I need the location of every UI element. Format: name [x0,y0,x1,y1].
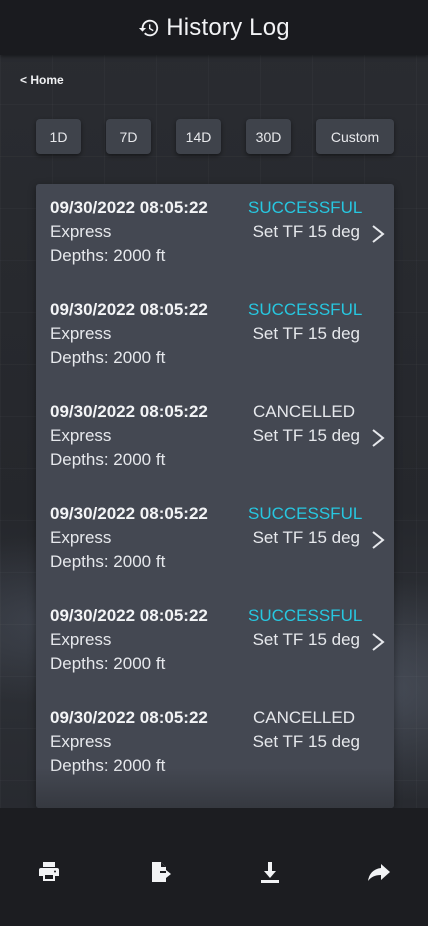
entry-depth: Depths: 2000 ft [50,246,166,265]
range-selector: 1D 7D 14D 30D Custom [36,119,394,154]
range-14d-button[interactable]: 14D [176,119,221,154]
header-bar: History Log [0,0,428,55]
entry-depth: Depths: 2000 ft [50,552,166,571]
entry-type: Express [50,426,112,445]
footer-toolbar [0,808,428,926]
entry-status: SUCCESSFUL [248,300,363,319]
entry-status: SUCCESSFUL [248,504,363,523]
history-entry[interactable]: 09/30/2022 08:05:22 SUCCESSFUL Express Set… [36,490,394,592]
share-button[interactable] [365,858,393,886]
history-entry[interactable]: 09/30/2022 08:05:22 SUCCESSFUL Express Set… [36,184,394,286]
entry-status: SUCCESSFUL [248,606,363,625]
entry-date: 09/30/2022 08:05:22 [50,198,208,217]
entry-depth: Depths: 2000 ft [50,348,166,367]
entry-type: Express [50,732,112,751]
entry-date: 09/30/2022 08:05:22 [50,300,208,319]
entry-action: Set TF 15 deg [252,630,360,649]
entry-status: CANCELLED [252,402,356,421]
entry-type: Express [50,222,112,241]
export-button[interactable] [147,858,175,886]
range-7d-button[interactable]: 7D [106,119,151,154]
entry-action: Set TF 15 deg [252,426,360,445]
entry-type: Express [50,528,112,547]
entry-depth: Depths: 2000 ft [50,450,166,469]
history-entry[interactable]: 09/30/2022 08:05:22 CANCELLED Express Set … [36,388,394,490]
share-icon [368,864,390,881]
range-1d-button[interactable]: 1D [36,119,81,154]
chevron-right-icon[interactable] [370,224,386,244]
entry-action: Set TF 15 deg [252,732,360,751]
download-button[interactable] [256,858,284,886]
entry-action: Set TF 15 deg [252,528,360,547]
entry-status: SUCCESSFUL [248,198,363,217]
entry-date: 09/30/2022 08:05:22 [50,606,208,625]
export-icon [152,862,171,882]
entry-date: 09/30/2022 08:05:22 [50,708,208,727]
range-30d-button[interactable]: 30D [246,119,291,154]
history-icon [139,19,159,36]
back-home-link[interactable]: < Home [20,73,64,87]
range-custom-button[interactable]: Custom [316,119,394,154]
entry-action: Set TF 15 deg [252,222,360,241]
entry-type: Express [50,324,112,343]
history-list: 09/30/2022 08:05:22 SUCCESSFUL Express Set… [36,184,394,808]
entry-depth: Depths: 2000 ft [50,654,166,673]
entry-date: 09/30/2022 08:05:22 [50,402,208,421]
history-entry[interactable]: 09/30/2022 08:05:22 SUCCESSFUL Express Set… [36,286,394,388]
entry-date: 09/30/2022 08:05:22 [50,504,208,523]
download-icon [261,862,279,883]
chevron-right-icon[interactable] [370,428,386,448]
print-button[interactable] [35,858,63,886]
entry-action: Set TF 15 deg [252,324,360,343]
history-entry[interactable]: 09/30/2022 08:05:22 SUCCESSFUL Express Set… [36,592,394,694]
chevron-right-icon[interactable] [370,530,386,550]
entry-status: CANCELLED [252,708,356,727]
page-title: History Log [166,13,290,41]
entry-type: Express [50,630,112,649]
entry-depth: Depths: 2000 ft [50,756,166,775]
history-entry[interactable]: 09/30/2022 08:05:22 CANCELLED Express Set … [36,694,394,796]
chevron-right-icon[interactable] [370,632,386,652]
print-icon [39,862,59,881]
